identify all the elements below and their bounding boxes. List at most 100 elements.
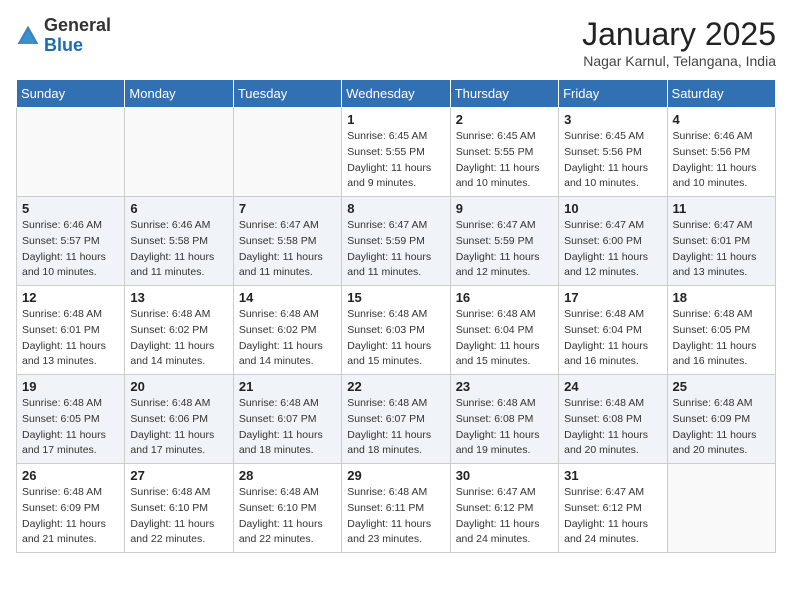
- weekday-header: Monday: [125, 80, 233, 108]
- day-info: Sunrise: 6:48 AMSunset: 6:06 PMDaylight:…: [130, 396, 227, 459]
- day-info: Sunrise: 6:48 AMSunset: 6:05 PMDaylight:…: [673, 307, 770, 370]
- calendar-day-cell: 21 Sunrise: 6:48 AMSunset: 6:07 PMDaylig…: [233, 375, 341, 464]
- calendar-week-row: 19 Sunrise: 6:48 AMSunset: 6:05 PMDaylig…: [17, 375, 776, 464]
- day-number: 28: [239, 468, 336, 483]
- calendar-day-cell: 1 Sunrise: 6:45 AMSunset: 5:55 PMDayligh…: [342, 108, 450, 197]
- day-info: Sunrise: 6:48 AMSunset: 6:02 PMDaylight:…: [130, 307, 227, 370]
- day-info: Sunrise: 6:48 AMSunset: 6:11 PMDaylight:…: [347, 485, 444, 548]
- day-number: 4: [673, 112, 770, 127]
- day-number: 19: [22, 379, 119, 394]
- calendar-day-cell: 5 Sunrise: 6:46 AMSunset: 5:57 PMDayligh…: [17, 197, 125, 286]
- calendar-day-cell: 24 Sunrise: 6:48 AMSunset: 6:08 PMDaylig…: [559, 375, 667, 464]
- day-number: 11: [673, 201, 770, 216]
- day-number: 29: [347, 468, 444, 483]
- day-number: 18: [673, 290, 770, 305]
- logo-icon: [16, 24, 40, 48]
- day-number: 14: [239, 290, 336, 305]
- day-info: Sunrise: 6:48 AMSunset: 6:02 PMDaylight:…: [239, 307, 336, 370]
- day-number: 5: [22, 201, 119, 216]
- calendar-day-cell: 23 Sunrise: 6:48 AMSunset: 6:08 PMDaylig…: [450, 375, 558, 464]
- day-number: 24: [564, 379, 661, 394]
- calendar-day-cell: 18 Sunrise: 6:48 AMSunset: 6:05 PMDaylig…: [667, 286, 775, 375]
- page-header: General Blue January 2025 Nagar Karnul, …: [16, 16, 776, 69]
- day-info: Sunrise: 6:48 AMSunset: 6:04 PMDaylight:…: [456, 307, 553, 370]
- weekday-header: Saturday: [667, 80, 775, 108]
- day-info: Sunrise: 6:47 AMSunset: 6:01 PMDaylight:…: [673, 218, 770, 281]
- day-info: Sunrise: 6:47 AMSunset: 5:59 PMDaylight:…: [456, 218, 553, 281]
- day-number: 30: [456, 468, 553, 483]
- calendar-day-cell: 17 Sunrise: 6:48 AMSunset: 6:04 PMDaylig…: [559, 286, 667, 375]
- day-number: 10: [564, 201, 661, 216]
- day-number: 1: [347, 112, 444, 127]
- calendar-day-cell: 11 Sunrise: 6:47 AMSunset: 6:01 PMDaylig…: [667, 197, 775, 286]
- calendar-day-cell: 27 Sunrise: 6:48 AMSunset: 6:10 PMDaylig…: [125, 464, 233, 553]
- day-info: Sunrise: 6:48 AMSunset: 6:10 PMDaylight:…: [130, 485, 227, 548]
- day-info: Sunrise: 6:47 AMSunset: 5:59 PMDaylight:…: [347, 218, 444, 281]
- day-info: Sunrise: 6:45 AMSunset: 5:56 PMDaylight:…: [564, 129, 661, 192]
- day-info: Sunrise: 6:48 AMSunset: 6:01 PMDaylight:…: [22, 307, 119, 370]
- weekday-header: Sunday: [17, 80, 125, 108]
- calendar-day-cell: 22 Sunrise: 6:48 AMSunset: 6:07 PMDaylig…: [342, 375, 450, 464]
- calendar-table: SundayMondayTuesdayWednesdayThursdayFrid…: [16, 79, 776, 553]
- day-info: Sunrise: 6:48 AMSunset: 6:08 PMDaylight:…: [564, 396, 661, 459]
- logo-blue: Blue: [44, 35, 83, 55]
- calendar-day-cell: 25 Sunrise: 6:48 AMSunset: 6:09 PMDaylig…: [667, 375, 775, 464]
- day-info: Sunrise: 6:47 AMSunset: 6:00 PMDaylight:…: [564, 218, 661, 281]
- calendar-day-cell: 3 Sunrise: 6:45 AMSunset: 5:56 PMDayligh…: [559, 108, 667, 197]
- day-number: 8: [347, 201, 444, 216]
- calendar-day-cell: 30 Sunrise: 6:47 AMSunset: 6:12 PMDaylig…: [450, 464, 558, 553]
- day-number: 7: [239, 201, 336, 216]
- title-section: January 2025 Nagar Karnul, Telangana, In…: [582, 16, 776, 69]
- day-info: Sunrise: 6:47 AMSunset: 6:12 PMDaylight:…: [564, 485, 661, 548]
- day-number: 17: [564, 290, 661, 305]
- day-number: 23: [456, 379, 553, 394]
- calendar-day-cell: 31 Sunrise: 6:47 AMSunset: 6:12 PMDaylig…: [559, 464, 667, 553]
- day-info: Sunrise: 6:47 AMSunset: 6:12 PMDaylight:…: [456, 485, 553, 548]
- calendar-day-cell: 12 Sunrise: 6:48 AMSunset: 6:01 PMDaylig…: [17, 286, 125, 375]
- calendar-day-cell: 14 Sunrise: 6:48 AMSunset: 6:02 PMDaylig…: [233, 286, 341, 375]
- day-number: 13: [130, 290, 227, 305]
- calendar-day-cell: 2 Sunrise: 6:45 AMSunset: 5:55 PMDayligh…: [450, 108, 558, 197]
- calendar-day-cell: 4 Sunrise: 6:46 AMSunset: 5:56 PMDayligh…: [667, 108, 775, 197]
- day-info: Sunrise: 6:46 AMSunset: 5:56 PMDaylight:…: [673, 129, 770, 192]
- day-number: 26: [22, 468, 119, 483]
- day-info: Sunrise: 6:46 AMSunset: 5:58 PMDaylight:…: [130, 218, 227, 281]
- day-info: Sunrise: 6:48 AMSunset: 6:04 PMDaylight:…: [564, 307, 661, 370]
- calendar-day-cell: 9 Sunrise: 6:47 AMSunset: 5:59 PMDayligh…: [450, 197, 558, 286]
- day-number: 6: [130, 201, 227, 216]
- logo-general: General: [44, 15, 111, 35]
- logo-text: General Blue: [44, 16, 111, 56]
- calendar-day-cell: 10 Sunrise: 6:47 AMSunset: 6:00 PMDaylig…: [559, 197, 667, 286]
- day-info: Sunrise: 6:48 AMSunset: 6:03 PMDaylight:…: [347, 307, 444, 370]
- calendar-week-row: 12 Sunrise: 6:48 AMSunset: 6:01 PMDaylig…: [17, 286, 776, 375]
- day-number: 27: [130, 468, 227, 483]
- calendar-day-cell: 6 Sunrise: 6:46 AMSunset: 5:58 PMDayligh…: [125, 197, 233, 286]
- calendar-day-cell: [125, 108, 233, 197]
- day-number: 12: [22, 290, 119, 305]
- calendar-day-cell: 28 Sunrise: 6:48 AMSunset: 6:10 PMDaylig…: [233, 464, 341, 553]
- weekday-header: Wednesday: [342, 80, 450, 108]
- day-info: Sunrise: 6:47 AMSunset: 5:58 PMDaylight:…: [239, 218, 336, 281]
- day-info: Sunrise: 6:48 AMSunset: 6:05 PMDaylight:…: [22, 396, 119, 459]
- calendar-day-cell: 15 Sunrise: 6:48 AMSunset: 6:03 PMDaylig…: [342, 286, 450, 375]
- weekday-header: Friday: [559, 80, 667, 108]
- day-number: 15: [347, 290, 444, 305]
- day-info: Sunrise: 6:48 AMSunset: 6:07 PMDaylight:…: [347, 396, 444, 459]
- calendar-day-cell: 26 Sunrise: 6:48 AMSunset: 6:09 PMDaylig…: [17, 464, 125, 553]
- weekday-header: Tuesday: [233, 80, 341, 108]
- calendar-day-cell: 7 Sunrise: 6:47 AMSunset: 5:58 PMDayligh…: [233, 197, 341, 286]
- month-title: January 2025: [582, 16, 776, 53]
- day-number: 3: [564, 112, 661, 127]
- calendar-day-cell: [667, 464, 775, 553]
- location-subtitle: Nagar Karnul, Telangana, India: [582, 53, 776, 69]
- calendar-day-cell: 8 Sunrise: 6:47 AMSunset: 5:59 PMDayligh…: [342, 197, 450, 286]
- calendar-day-cell: [233, 108, 341, 197]
- calendar-day-cell: [17, 108, 125, 197]
- logo: General Blue: [16, 16, 111, 56]
- calendar-header-row: SundayMondayTuesdayWednesdayThursdayFrid…: [17, 80, 776, 108]
- day-info: Sunrise: 6:46 AMSunset: 5:57 PMDaylight:…: [22, 218, 119, 281]
- calendar-day-cell: 20 Sunrise: 6:48 AMSunset: 6:06 PMDaylig…: [125, 375, 233, 464]
- calendar-day-cell: 13 Sunrise: 6:48 AMSunset: 6:02 PMDaylig…: [125, 286, 233, 375]
- calendar-week-row: 5 Sunrise: 6:46 AMSunset: 5:57 PMDayligh…: [17, 197, 776, 286]
- day-number: 9: [456, 201, 553, 216]
